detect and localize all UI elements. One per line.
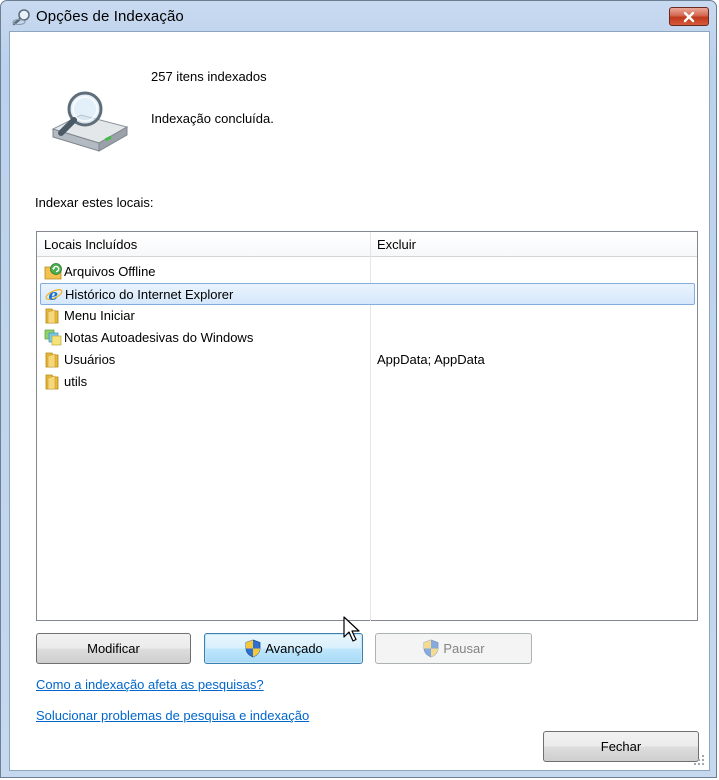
location-name: utils: [64, 374, 88, 389]
location-name: Menu Iniciar: [64, 308, 135, 323]
list-item[interactable]: Notas Autoadesivas do Windows: [40, 327, 695, 349]
window-title: Opções de Indexação: [36, 8, 184, 25]
troubleshoot-search-link[interactable]: Solucionar problemas de pesquisa e index…: [36, 708, 309, 723]
index-locations-label: Indexar estes locais:: [35, 195, 154, 210]
location-name: Arquivos Offline: [64, 264, 156, 279]
list-column-header: Locais Incluídos Excluir: [37, 232, 697, 257]
modify-button[interactable]: Modificar: [36, 633, 191, 664]
how-indexing-affects-link[interactable]: Como a indexação afeta as pesquisas?: [36, 677, 264, 692]
mouse-cursor-icon: [343, 616, 360, 642]
location-name: Usuários: [64, 352, 116, 367]
uac-shield-icon: [245, 639, 261, 658]
indexed-drive-icon: [51, 91, 129, 152]
list-item[interactable]: utils: [40, 371, 695, 393]
magnifier-icon: [12, 9, 30, 26]
location-name: Notas Autoadesivas do Windows: [64, 330, 254, 345]
offline-files-icon: [44, 263, 62, 280]
dialog-content: 257 itens indexados Indexação concluída.…: [9, 31, 710, 771]
location-name: Histórico do Internet Explorer: [65, 287, 234, 302]
list-item[interactable]: Arquivos Offline: [40, 261, 695, 283]
index-locations-list[interactable]: Locais Incluídos Excluir Arquivos Offlin…: [36, 231, 698, 621]
close-dialog-button-label: Fechar: [600, 739, 642, 754]
indexed-items-count: 257 itens indexados: [151, 69, 267, 84]
internet-explorer-icon: e: [45, 286, 63, 303]
list-item[interactable]: Usuários AppData; AppData: [40, 349, 695, 371]
indexing-options-window: Opções de Indexação 257 itens indexados …: [0, 0, 717, 778]
location-exclusions: AppData; AppData: [377, 352, 485, 367]
pause-button[interactable]: Pausar: [375, 633, 532, 664]
close-dialog-button[interactable]: Fechar: [543, 731, 699, 762]
folder-icon: [45, 374, 59, 390]
list-item[interactable]: Menu Iniciar: [40, 305, 695, 327]
column-included-locations[interactable]: Locais Incluídos: [44, 237, 137, 252]
close-button[interactable]: [669, 7, 709, 26]
close-icon: [683, 11, 695, 22]
folder-icon: [45, 352, 59, 368]
title-bar[interactable]: Opções de Indexação: [1, 1, 716, 31]
modify-button-label: Modificar: [87, 641, 140, 656]
list-item[interactable]: e Histórico do Internet Explorer: [40, 283, 695, 305]
resize-grip-icon[interactable]: [693, 754, 705, 766]
uac-shield-icon: [423, 639, 439, 658]
indexing-status: Indexação concluída.: [151, 111, 274, 126]
advanced-button[interactable]: Avançado: [204, 633, 363, 664]
advanced-button-label: Avançado: [265, 641, 323, 656]
pause-button-label: Pausar: [443, 641, 485, 656]
svg-text:e: e: [49, 286, 59, 303]
folder-icon: [45, 308, 59, 324]
column-exclude[interactable]: Excluir: [377, 237, 416, 252]
sticky-notes-icon: [44, 329, 62, 346]
